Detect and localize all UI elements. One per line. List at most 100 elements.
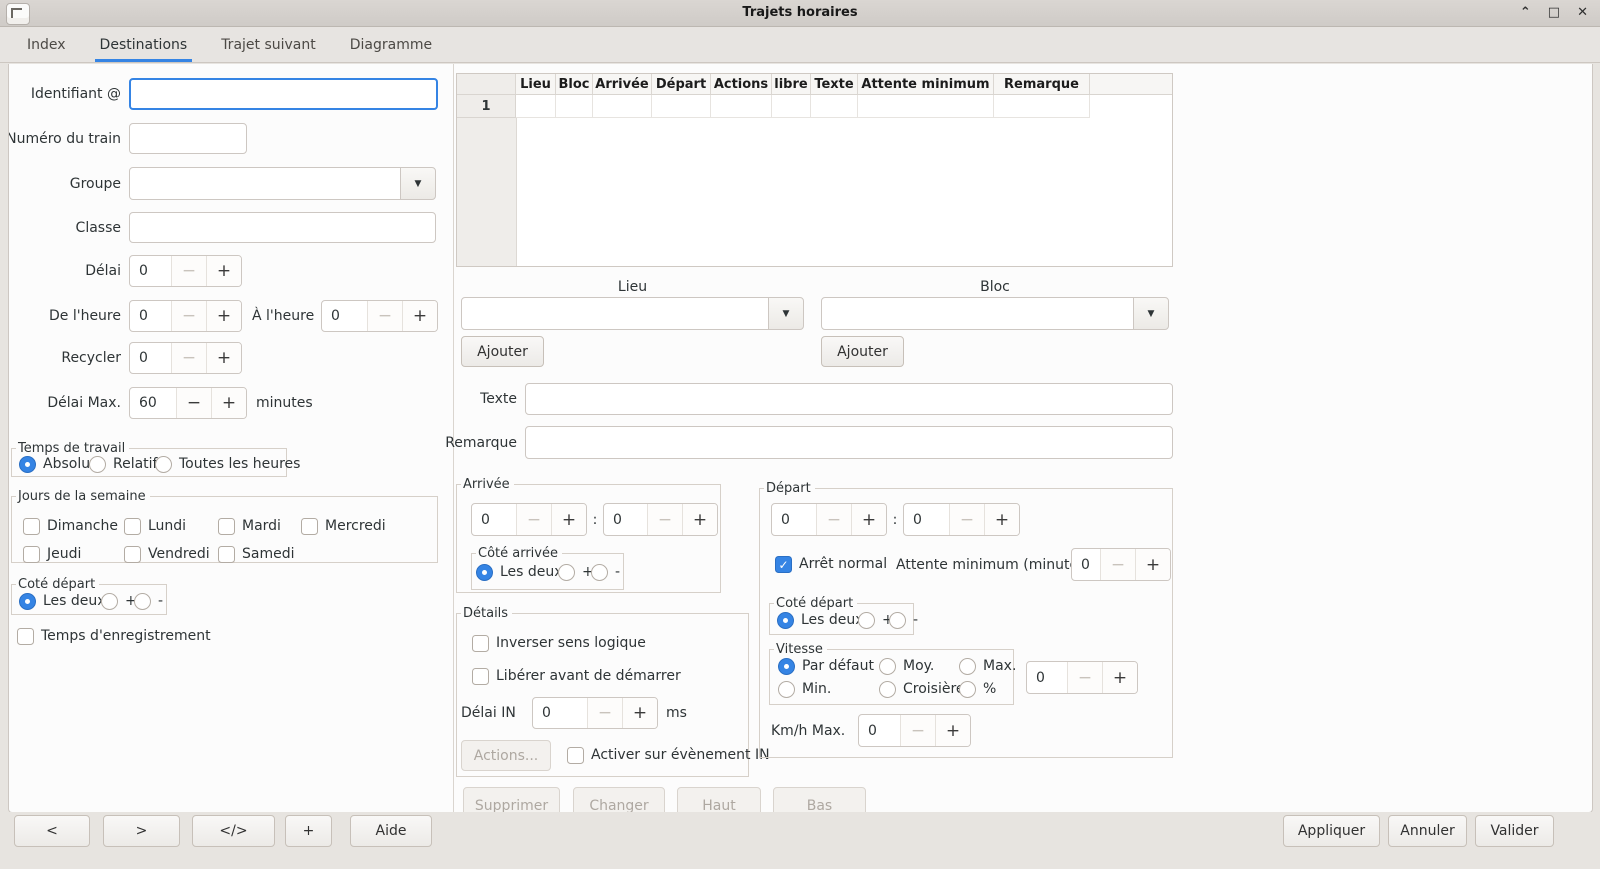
tab-destinations[interactable]: Destinations	[83, 27, 205, 62]
column-header-depart[interactable]: Départ	[652, 74, 711, 94]
table-row[interactable]: 1	[457, 95, 1172, 118]
vitesse-spinner[interactable]: 0 − +	[1026, 661, 1138, 694]
recycler-decrement-button[interactable]: −	[171, 343, 206, 373]
tab-index[interactable]: Index	[10, 27, 83, 62]
aide-button[interactable]: Aide	[350, 815, 432, 847]
checkbox-mercredi[interactable]: Mercredi	[301, 518, 386, 535]
cell-libre[interactable]	[772, 95, 811, 118]
minimize-icon[interactable]: ⌃	[1520, 0, 1531, 26]
column-header-libre[interactable]: libre	[772, 74, 811, 94]
radio-depart-cote-moins[interactable]: -	[889, 612, 918, 629]
arrivee-heure-decrement-button[interactable]: −	[516, 504, 551, 535]
column-header-remarque[interactable]: Remarque	[994, 74, 1090, 94]
recycler-increment-button[interactable]: +	[206, 343, 241, 373]
radio-relatif[interactable]: Relatif	[89, 456, 158, 473]
checkbox-jeudi[interactable]: Jeudi	[23, 546, 81, 563]
kmh-max-decrement-button[interactable]: −	[900, 715, 935, 746]
radio-cote-depart-les-deux[interactable]: Les deux	[19, 593, 106, 610]
kmh-max-increment-button[interactable]: +	[935, 715, 970, 746]
changer-button[interactable]: Changer	[573, 787, 665, 813]
column-header-bloc[interactable]: Bloc	[556, 74, 593, 94]
code-button[interactable]: </>	[192, 815, 275, 847]
checkbox-vendredi[interactable]: Vendredi	[124, 546, 210, 563]
radio-absolu[interactable]: Absolu	[19, 456, 90, 473]
groupe-combobox[interactable]: ▼	[129, 167, 436, 200]
cell-lieu[interactable]	[516, 95, 556, 118]
add-button[interactable]: +	[285, 815, 332, 847]
texte-input[interactable]	[525, 383, 1173, 415]
a-lheure-spinner[interactable]: 0 − +	[321, 300, 438, 332]
radio-vitesse-croisiere[interactable]: Croisière	[879, 681, 965, 698]
depart-minute-increment-button[interactable]: +	[984, 504, 1019, 535]
depart-minute-decrement-button[interactable]: −	[949, 504, 984, 535]
depart-minute-spinner[interactable]: 0 − +	[903, 503, 1020, 536]
radio-vitesse-moy[interactable]: Moy.	[879, 658, 934, 675]
bas-button[interactable]: Bas	[773, 787, 866, 813]
checkbox-arret-normal[interactable]: ✓ Arrêt normal	[775, 556, 887, 573]
cell-depart[interactable]	[652, 95, 711, 118]
checkbox-activer-evenement-in[interactable]: Activer sur évènement IN	[567, 747, 770, 764]
radio-cote-depart-plus[interactable]: +	[101, 593, 137, 610]
tab-diagramme[interactable]: Diagramme	[333, 27, 449, 62]
lieu-dropdown-button[interactable]: ▼	[768, 297, 804, 330]
de-lheure-decrement-button[interactable]: −	[171, 301, 206, 331]
arrivee-minute-increment-button[interactable]: +	[682, 504, 717, 535]
depart-heure-spinner[interactable]: 0 − +	[771, 503, 887, 536]
checkbox-temps-enregistrement[interactable]: Temps d'enregistrement	[17, 628, 211, 645]
column-header-texte[interactable]: Texte	[811, 74, 858, 94]
delai-increment-button[interactable]: +	[206, 256, 241, 286]
tab-trajet-suivant[interactable]: Trajet suivant	[204, 27, 333, 62]
a-lheure-increment-button[interactable]: +	[402, 301, 437, 331]
radio-cote-depart-moins[interactable]: -	[134, 593, 163, 610]
arrivee-minute-decrement-button[interactable]: −	[647, 504, 682, 535]
cell-remarque[interactable]	[994, 95, 1090, 118]
radio-toutes-les-heures[interactable]: Toutes les heures	[155, 456, 300, 473]
lieu-combobox[interactable]: ▼	[461, 297, 804, 330]
arrivee-heure-spinner[interactable]: 0 − +	[471, 503, 587, 536]
delai-max-decrement-button[interactable]: −	[176, 388, 211, 418]
checkbox-samedi[interactable]: Samedi	[218, 546, 295, 563]
radio-vitesse-max[interactable]: Max.	[959, 658, 1016, 675]
recycler-spinner[interactable]: 0 − +	[129, 342, 242, 374]
close-icon[interactable]: ✕	[1577, 0, 1588, 26]
arrivee-minute-spinner[interactable]: 0 − +	[603, 503, 718, 536]
checkbox-liberer-avant-demarrer[interactable]: Libérer avant de démarrer	[472, 668, 681, 685]
a-lheure-decrement-button[interactable]: −	[367, 301, 402, 331]
radio-cote-arrivee-les-deux[interactable]: Les deux	[476, 564, 563, 581]
ajouter-bloc-button[interactable]: Ajouter	[821, 336, 904, 367]
radio-vitesse-par-defaut[interactable]: Par défaut	[778, 658, 874, 675]
radio-vitesse-min[interactable]: Min.	[778, 681, 831, 698]
remarque-input[interactable]	[525, 426, 1173, 459]
delai-max-increment-button[interactable]: +	[211, 388, 246, 418]
cell-actions[interactable]	[711, 95, 772, 118]
attente-minimum-decrement-button[interactable]: −	[1100, 549, 1135, 580]
column-header-attente-minimum[interactable]: Attente minimum	[858, 74, 994, 94]
radio-cote-arrivee-plus[interactable]: +	[558, 564, 594, 581]
vitesse-increment-button[interactable]: +	[1102, 662, 1137, 693]
ajouter-lieu-button[interactable]: Ajouter	[461, 336, 544, 367]
classe-input[interactable]	[129, 212, 436, 243]
destinations-table[interactable]: Lieu Bloc Arrivée Départ Actions libre T…	[456, 73, 1173, 267]
groupe-input[interactable]	[129, 167, 401, 200]
radio-vitesse-pourcent[interactable]: %	[959, 681, 996, 698]
cell-texte[interactable]	[811, 95, 858, 118]
delai-in-increment-button[interactable]: +	[622, 698, 657, 728]
arrivee-heure-increment-button[interactable]: +	[551, 504, 586, 535]
previous-button[interactable]: <	[14, 815, 90, 847]
delai-decrement-button[interactable]: −	[171, 256, 206, 286]
attente-minimum-spinner[interactable]: 0 − +	[1071, 548, 1171, 581]
supprimer-button[interactable]: Supprimer	[463, 787, 560, 813]
column-header-arrivee[interactable]: Arrivée	[593, 74, 652, 94]
cell-arrivee[interactable]	[593, 95, 652, 118]
de-lheure-increment-button[interactable]: +	[206, 301, 241, 331]
checkbox-inverser-sens-logique[interactable]: Inverser sens logique	[472, 635, 646, 652]
delai-max-spinner[interactable]: 60 − +	[129, 387, 247, 419]
identifiant-input[interactable]	[129, 78, 438, 110]
appliquer-button[interactable]: Appliquer	[1283, 815, 1380, 847]
checkbox-dimanche[interactable]: Dimanche	[23, 518, 118, 535]
annuler-button[interactable]: Annuler	[1388, 815, 1467, 847]
checkbox-mardi[interactable]: Mardi	[218, 518, 281, 535]
radio-depart-cote-les-deux[interactable]: Les deux	[777, 612, 864, 629]
maximize-icon[interactable]: □	[1548, 0, 1560, 26]
column-header-lieu[interactable]: Lieu	[516, 74, 556, 94]
